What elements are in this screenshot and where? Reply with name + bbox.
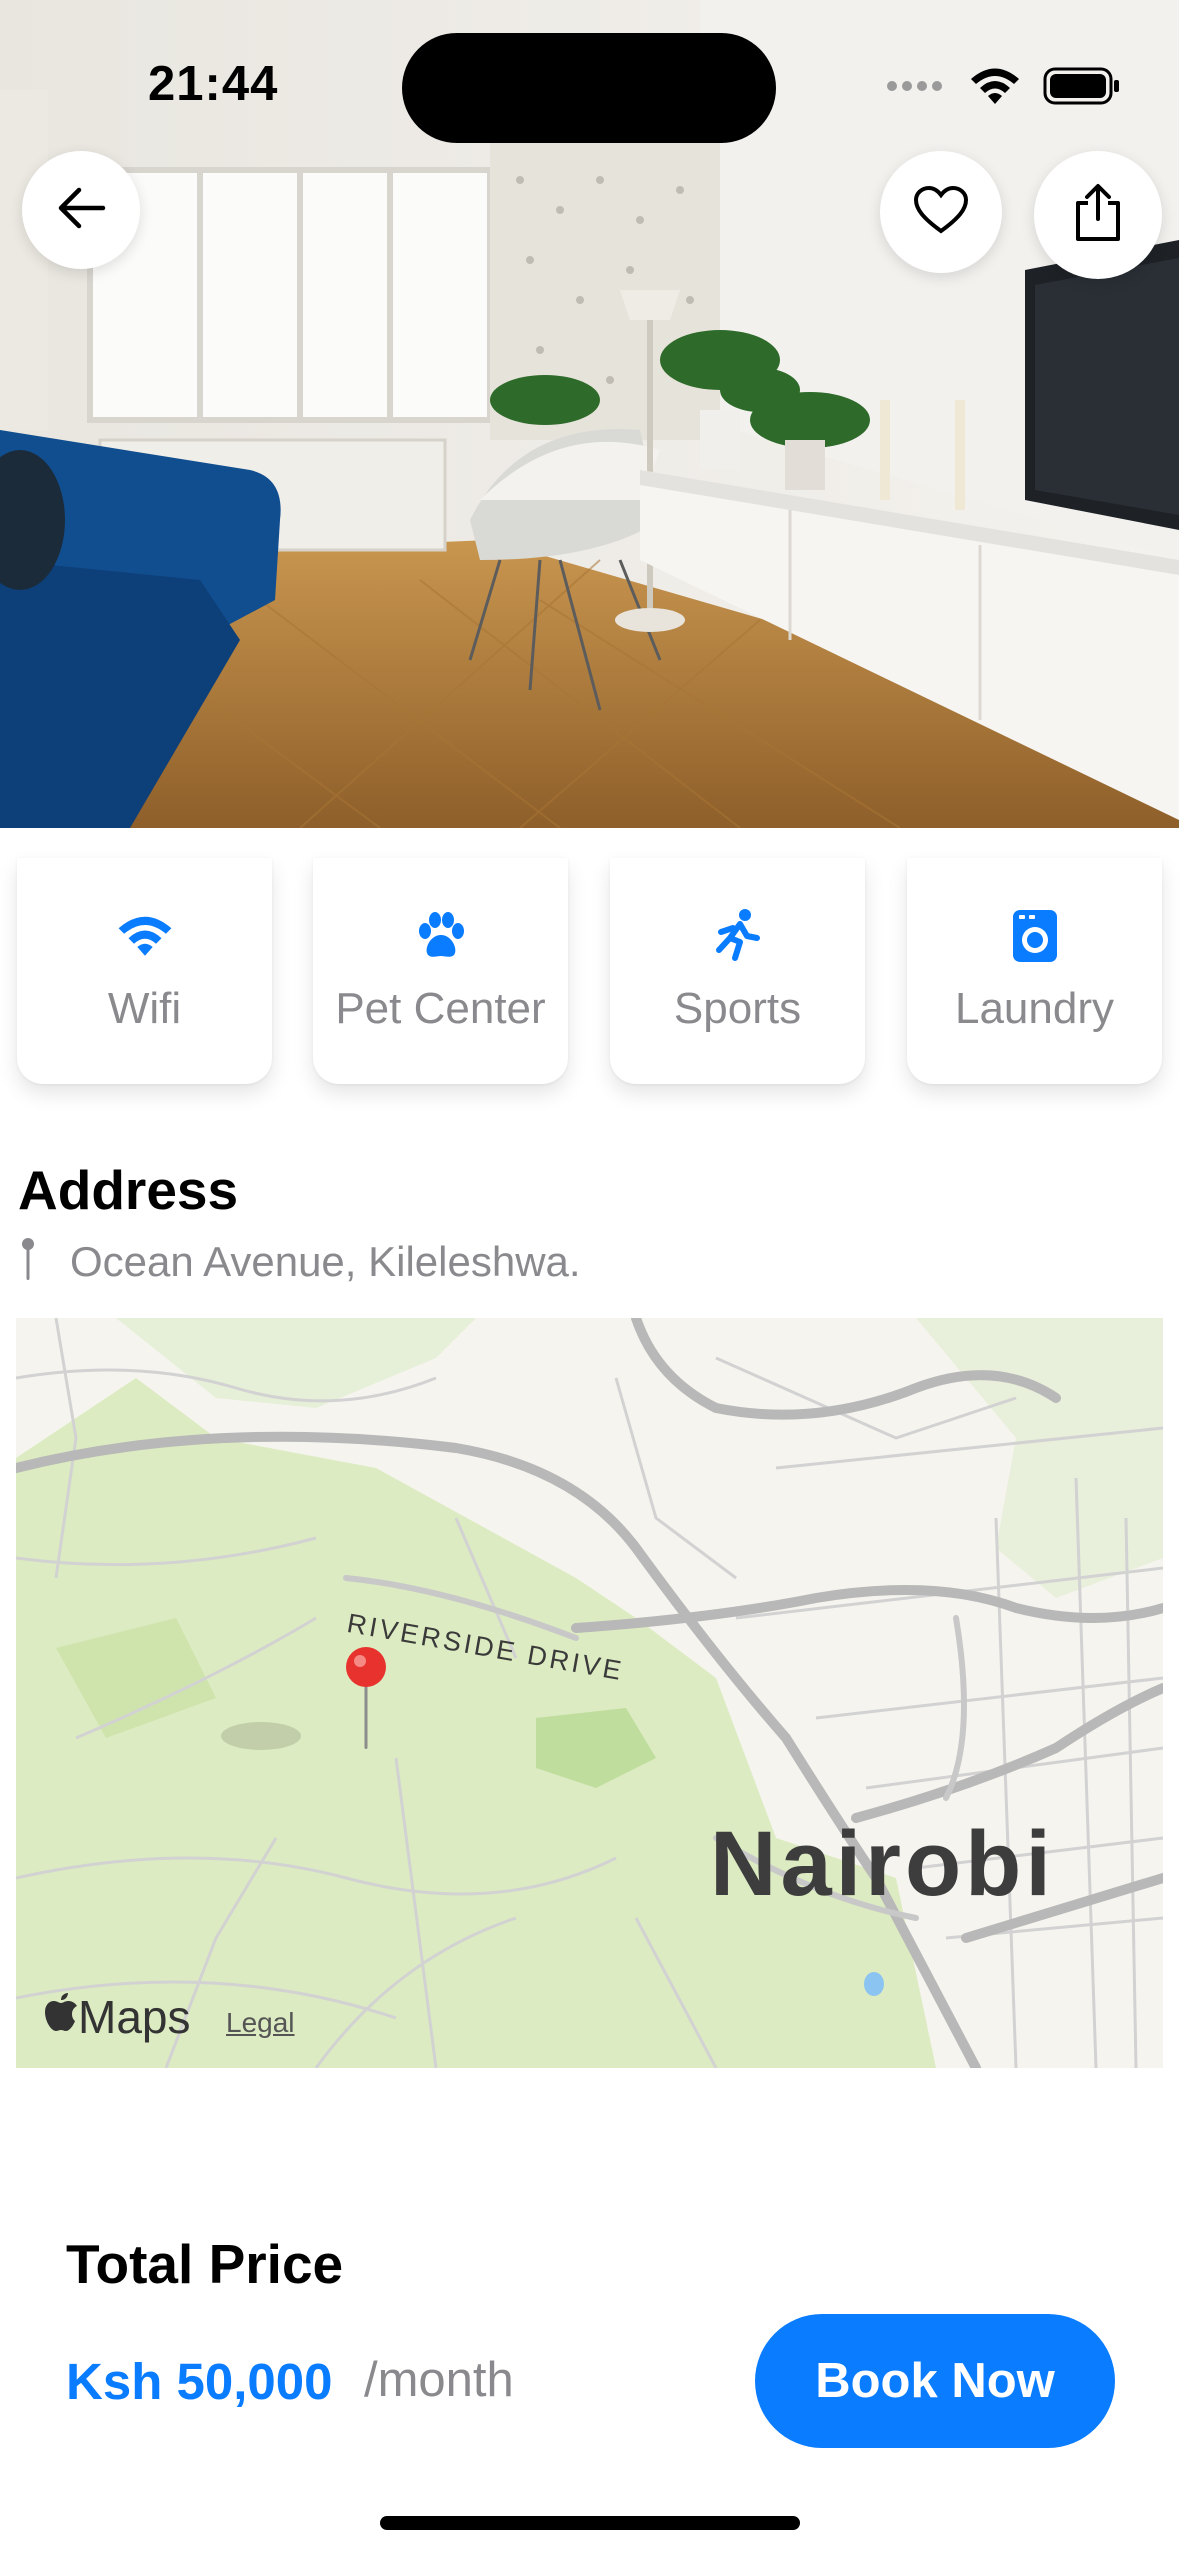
amenity-label: Sports — [673, 984, 802, 1033]
running-icon — [713, 908, 763, 964]
book-now-button[interactable]: Book Now — [755, 2314, 1115, 2448]
address-line: Ocean Avenue, Kileleshwa. — [18, 1236, 581, 1287]
maps-brand-text: Maps — [78, 1991, 191, 2043]
amenity-label: Laundry — [954, 984, 1114, 1033]
address-title: Address — [18, 1159, 239, 1221]
washing-machine-icon — [1012, 908, 1058, 964]
back-button[interactable] — [22, 151, 140, 269]
status-time: 21:44 — [148, 57, 279, 111]
wifi-status-icon — [969, 66, 1021, 111]
address-text: Ocean Avenue, Kileleshwa. — [70, 1237, 581, 1285]
map-legal-link[interactable]: Legal — [226, 2007, 295, 2039]
amenity-sports[interactable]: Sports — [610, 858, 865, 1084]
share-button[interactable] — [1034, 151, 1162, 279]
apple-logo-icon — [44, 1990, 78, 2044]
amenity-laundry[interactable]: Laundry — [907, 858, 1162, 1084]
amenity-label: Wifi — [107, 984, 182, 1033]
wifi-icon — [116, 908, 174, 964]
paw-icon — [415, 908, 467, 964]
battery-icon — [1043, 67, 1121, 110]
total-price-title: Total Price — [66, 2233, 344, 2295]
cellular-signal-icon — [885, 79, 947, 98]
amenity-label: Pet Center — [335, 984, 546, 1033]
map-city-label: Nairobi — [710, 1813, 1055, 1915]
location-map[interactable] — [16, 1318, 1163, 2068]
heart-icon — [913, 185, 969, 240]
home-indicator[interactable] — [380, 2516, 800, 2530]
dynamic-island — [402, 33, 776, 143]
maps-brand: Maps — [44, 1990, 190, 2044]
location-pin-icon[interactable] — [344, 1645, 388, 1760]
price-value: Ksh 50,000 — [66, 2353, 333, 2410]
favorite-button[interactable] — [880, 151, 1002, 273]
share-icon — [1072, 183, 1124, 248]
price-period: /month — [364, 2353, 514, 2407]
amenity-wifi[interactable]: Wifi — [17, 858, 272, 1084]
status-icons — [885, 66, 1121, 111]
amenity-pet-center[interactable]: Pet Center — [313, 858, 568, 1084]
arrow-left-icon — [55, 186, 107, 235]
pin-icon — [18, 1236, 38, 1287]
